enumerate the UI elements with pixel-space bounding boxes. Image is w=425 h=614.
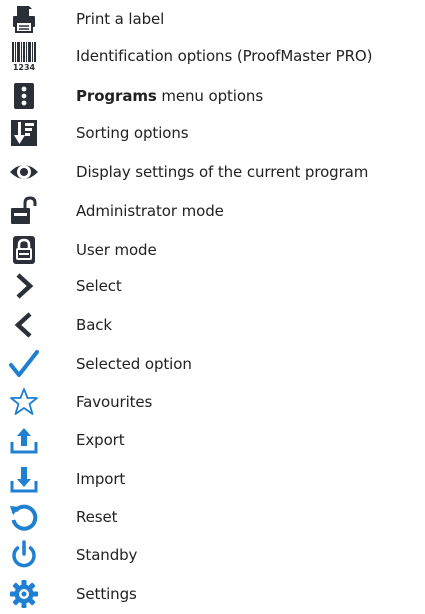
legend-label: Favourites (76, 393, 153, 411)
printer-icon (8, 3, 40, 35)
legend-row-programs: Programs menu options (0, 80, 425, 116)
legend-label-rest: menu options (156, 87, 264, 105)
legend-label: Standby (76, 546, 138, 564)
legend-label: Display settings of the current program (76, 163, 369, 181)
legend-row-export: Export (0, 424, 425, 460)
eye-icon (8, 156, 40, 188)
star-outline-icon (8, 386, 40, 418)
legend-label: Administrator mode (76, 202, 224, 220)
gear-icon (8, 578, 40, 610)
legend-label: Settings (76, 585, 137, 603)
barcode-digits: 1234 (13, 63, 36, 72)
barcode-icon: 1234 (8, 40, 40, 72)
legend-row-sorting: Sorting options (0, 117, 425, 153)
vertical-dots-icon (8, 80, 40, 112)
legend-row-print: Print a label (0, 3, 425, 39)
legend-label: Programs menu options (76, 87, 263, 105)
legend-row-identification: 1234 Identification options (ProofMaster… (0, 40, 425, 76)
power-icon (8, 539, 40, 571)
legend-label: Identification options (ProofMaster PRO) (76, 47, 373, 65)
reset-icon (8, 501, 40, 533)
icon-legend: Print a label 1234 Identification option… (0, 0, 425, 614)
legend-row-select: Select (0, 270, 425, 306)
import-icon (8, 463, 40, 495)
legend-row-administrator: Administrator mode (0, 195, 425, 231)
locked-padlock-icon (8, 234, 40, 266)
legend-label: Sorting options (76, 124, 189, 142)
legend-row-settings: Settings (0, 578, 425, 614)
legend-row-display: Display settings of the current program (0, 156, 425, 192)
legend-label: Print a label (76, 10, 165, 28)
legend-label: Export (76, 431, 125, 449)
legend-row-selected-option: Selected option (0, 348, 425, 384)
legend-label: User mode (76, 241, 157, 259)
legend-label: Reset (76, 508, 118, 526)
legend-label: Back (76, 316, 113, 334)
legend-label: Select (76, 277, 122, 295)
export-icon (8, 424, 40, 456)
legend-row-import: Import (0, 463, 425, 499)
legend-label: Import (76, 470, 126, 488)
chevron-right-icon (8, 270, 40, 302)
legend-label-bold: Programs (76, 87, 157, 105)
legend-row-reset: Reset (0, 501, 425, 537)
legend-row-back: Back (0, 309, 425, 345)
legend-row-user: User mode (0, 234, 425, 270)
chevron-left-icon (8, 309, 40, 341)
checkmark-icon (8, 348, 40, 380)
legend-label: Selected option (76, 355, 192, 373)
legend-row-favourites: Favourites (0, 386, 425, 422)
sort-icon (8, 117, 40, 149)
unlocked-padlock-icon (8, 195, 40, 227)
legend-row-standby: Standby (0, 539, 425, 575)
